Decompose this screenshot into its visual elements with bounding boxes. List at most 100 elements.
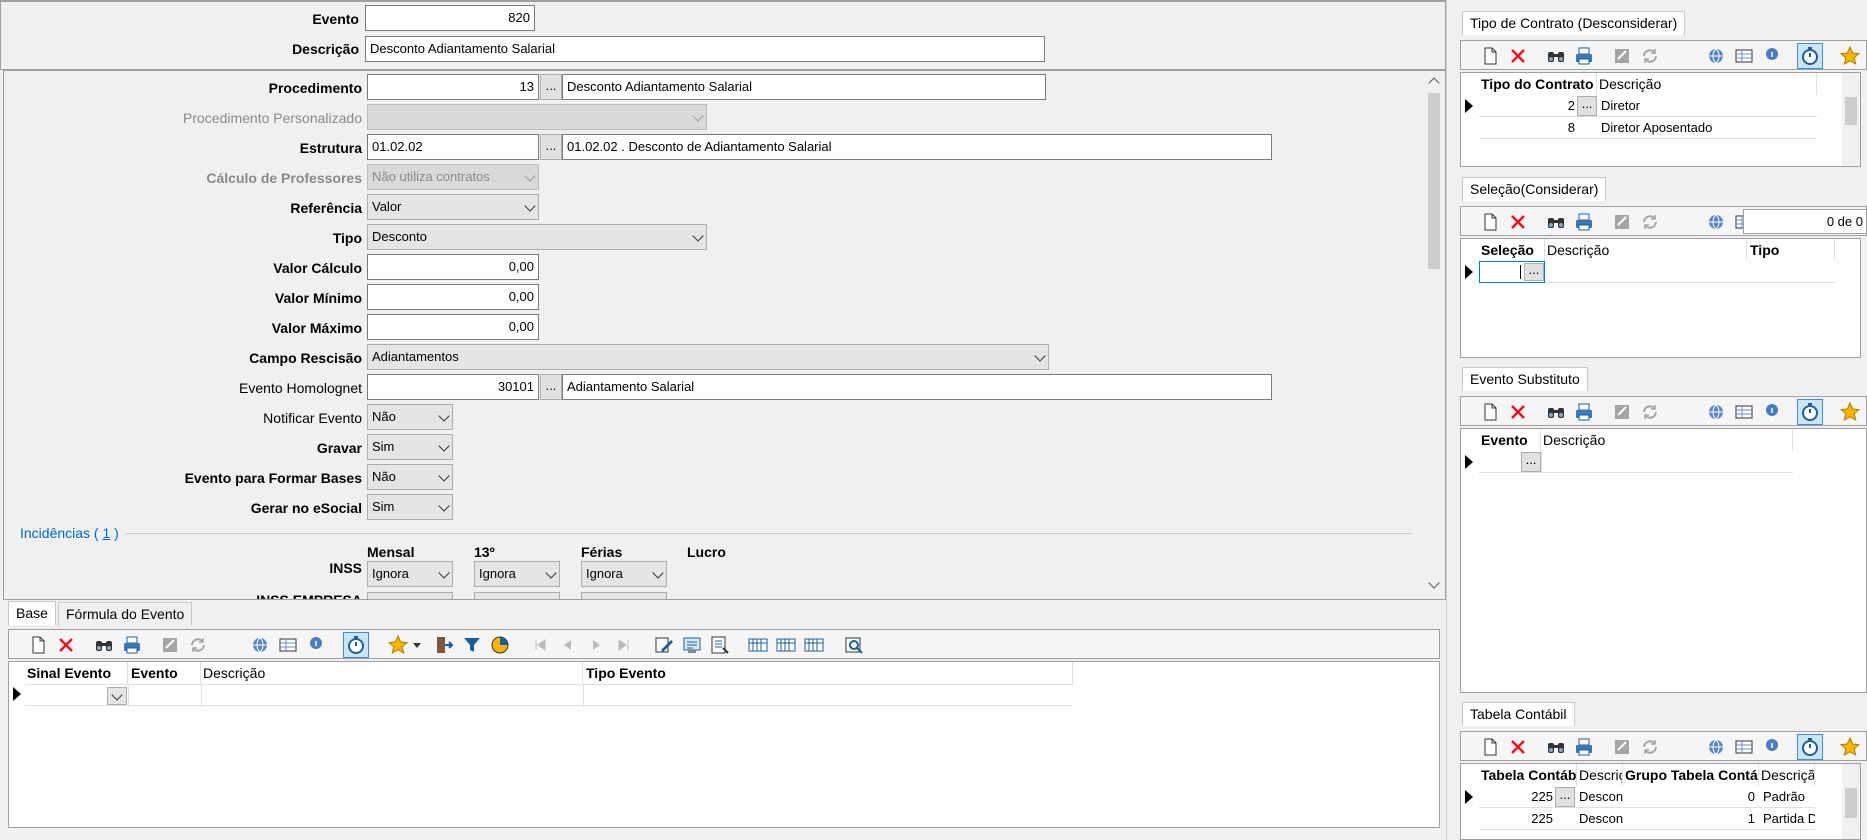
tipo-select[interactable]: Desconto — [367, 224, 707, 250]
exit-icon[interactable] — [433, 634, 455, 656]
refresh-icon[interactable] — [187, 634, 209, 656]
columns-add-icon[interactable] — [775, 634, 797, 656]
table-icon[interactable] — [1733, 736, 1755, 758]
save-icon[interactable] — [1611, 211, 1633, 233]
scrollbar-thumb[interactable] — [1845, 788, 1857, 818]
col-tipo-contrato[interactable]: Tipo do Contrato — [1479, 73, 1597, 95]
attach-icon[interactable] — [1705, 401, 1727, 423]
tab-tabela-contabil[interactable]: Tabela Contábil — [1462, 702, 1575, 726]
gravar-select[interactable]: Sim — [367, 434, 453, 460]
table-icon[interactable] — [1733, 45, 1755, 67]
tab-formula-evento[interactable]: Fórmula do Evento — [58, 602, 193, 626]
info-icon[interactable] — [1761, 401, 1783, 423]
estrutura-code-input[interactable]: 01.02.02 — [367, 134, 539, 160]
new-icon[interactable] — [27, 634, 49, 656]
procedimento-code-input[interactable]: 13 — [367, 74, 539, 100]
col-evento[interactable]: Evento — [128, 662, 201, 684]
notificar-evento-select[interactable]: Não — [367, 404, 453, 430]
table-icon[interactable] — [1733, 401, 1755, 423]
splitter[interactable] — [1446, 0, 1458, 840]
formar-bases-select[interactable]: Não — [367, 464, 453, 490]
col-tipo-evento[interactable]: Tipo Evento — [583, 662, 1073, 684]
timer-button[interactable] — [1797, 399, 1823, 425]
save-icon[interactable] — [1611, 401, 1633, 423]
last-record-icon[interactable] — [613, 634, 635, 656]
attach-icon[interactable] — [1705, 736, 1727, 758]
evento-homolognet-desc-input[interactable]: Adiantamento Salarial — [562, 374, 1272, 400]
delete-icon[interactable] — [1507, 736, 1529, 758]
col-descricao[interactable]: Descrição — [1577, 764, 1623, 786]
print-icon[interactable] — [121, 634, 143, 656]
inss-empresa-13-select[interactable] — [474, 592, 560, 599]
save-icon[interactable] — [1611, 45, 1633, 67]
selecao-cell-input[interactable]: ... — [1479, 261, 1545, 283]
report-icon[interactable] — [681, 634, 703, 656]
find-icon[interactable] — [1545, 736, 1567, 758]
tabela-contabil-scrollbar[interactable] — [1842, 764, 1860, 839]
referencia-select[interactable]: Valor — [367, 194, 539, 220]
attach-icon[interactable] — [249, 634, 271, 656]
new-icon[interactable] — [1479, 211, 1501, 233]
gerar-esocial-select[interactable]: Sim — [367, 494, 453, 520]
first-record-icon[interactable] — [529, 634, 551, 656]
tab-selecao[interactable]: Seleção(Considerar) — [1462, 177, 1607, 201]
table-icon[interactable] — [277, 634, 299, 656]
inss-ferias-select[interactable]: Ignora — [581, 561, 667, 587]
find-icon[interactable] — [1545, 401, 1567, 423]
export-icon[interactable] — [709, 634, 731, 656]
table-row[interactable]: 225 Desconto 1 Partida Dobrada — [1479, 808, 1815, 830]
attach-icon[interactable] — [1705, 45, 1727, 67]
new-icon[interactable] — [1479, 401, 1501, 423]
info-icon[interactable] — [305, 634, 327, 656]
table-row[interactable]: 2 ... Diretor — [1479, 95, 1817, 117]
tab-tipo-contrato[interactable]: Tipo de Contrato (Desconsiderar) — [1462, 11, 1686, 35]
table-row[interactable] — [25, 684, 1073, 707]
print-icon[interactable] — [1573, 45, 1595, 67]
form-scrollbar-thumb[interactable] — [1428, 93, 1440, 269]
next-record-icon[interactable] — [585, 634, 607, 656]
row-lookup-button[interactable]: ... — [1577, 96, 1597, 116]
refresh-icon[interactable] — [1639, 45, 1661, 67]
info-icon[interactable] — [1761, 736, 1783, 758]
scrollbar-thumb[interactable] — [1845, 97, 1857, 125]
delete-icon[interactable] — [1507, 401, 1529, 423]
chevron-down-icon[interactable] — [1428, 577, 1440, 589]
new-icon[interactable] — [1479, 736, 1501, 758]
attach-icon[interactable] — [1705, 211, 1727, 233]
row-lookup-button[interactable]: ... — [1524, 263, 1544, 281]
row-lookup-button[interactable]: ... — [1555, 787, 1575, 807]
timer-button[interactable] — [1797, 734, 1823, 760]
inss-empresa-mensal-select[interactable] — [367, 592, 453, 599]
valor-calculo-input[interactable]: 0,00 — [367, 254, 539, 280]
edit-icon[interactable] — [653, 634, 675, 656]
filter-icon[interactable] — [461, 634, 483, 656]
col-descricao[interactable]: Descrição — [1545, 239, 1747, 261]
find-icon[interactable] — [1545, 45, 1567, 67]
table-row[interactable]: ... — [1479, 261, 1835, 283]
col-tabela-contabil[interactable]: Tabela Contábil — [1479, 764, 1577, 786]
find-icon[interactable] — [1545, 211, 1567, 233]
save-icon[interactable] — [1611, 736, 1633, 758]
print-icon[interactable] — [1573, 401, 1595, 423]
print-icon[interactable] — [1573, 211, 1595, 233]
columns-remove-icon[interactable] — [803, 634, 825, 656]
refresh-icon[interactable] — [1639, 211, 1661, 233]
save-icon[interactable] — [159, 634, 181, 656]
inss-13-select[interactable]: Ignora — [474, 561, 560, 587]
timer-button[interactable] — [1797, 43, 1823, 69]
favorites-icon[interactable] — [1839, 736, 1861, 758]
inss-empresa-ferias-select[interactable] — [581, 592, 667, 599]
print-icon[interactable] — [1573, 736, 1595, 758]
col-grupo-descricao[interactable]: Descrição — [1759, 764, 1815, 786]
favorites-icon[interactable] — [387, 634, 409, 656]
evento-input[interactable]: 820 — [365, 5, 535, 31]
timer-button[interactable] — [343, 632, 369, 658]
caret-down-icon[interactable] — [413, 643, 421, 648]
sinal-dropdown-button[interactable] — [107, 687, 127, 705]
col-descricao[interactable]: Descrição — [1597, 73, 1817, 95]
new-icon[interactable] — [1479, 45, 1501, 67]
evento-homolognet-code-input[interactable]: 30101 — [367, 374, 539, 400]
col-grupo-tabela-contabil[interactable]: Grupo Tabela Contábil — [1623, 764, 1759, 786]
refresh-icon[interactable] — [1639, 736, 1661, 758]
table-row[interactable]: ... — [1479, 451, 1793, 473]
